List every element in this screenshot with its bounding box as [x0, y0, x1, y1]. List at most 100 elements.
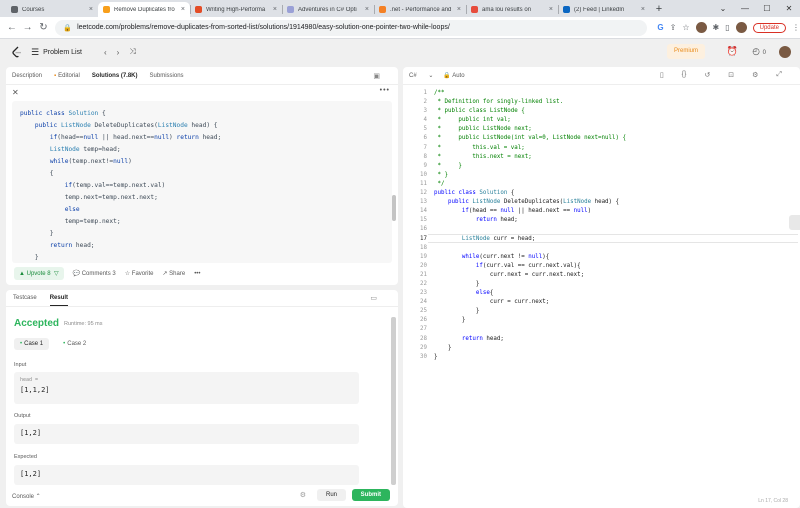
run-button[interactable]: Run	[316, 489, 346, 501]
tab-close-icon[interactable]: ×	[365, 6, 369, 13]
url-field[interactable]: 🔒 leetcode.com/problems/remove-duplicate…	[55, 19, 648, 36]
minimize-icon[interactable]: —	[734, 0, 756, 17]
status-accepted: Accepted	[14, 318, 60, 329]
browser-tab[interactable]: ama lou results on ×	[466, 2, 558, 17]
more-actions-icon[interactable]: •••	[194, 271, 200, 277]
extensions-icon[interactable]: ✱	[713, 23, 720, 32]
tab-title: Adventures in C# Opti	[298, 6, 357, 13]
share-icon[interactable]: ⇪	[670, 23, 677, 32]
fullscreen-icon[interactable]: ⤢	[776, 71, 782, 79]
line-number: 22	[420, 280, 427, 287]
leetcode-logo-icon[interactable]	[11, 46, 23, 58]
code-icon[interactable]: ⊡	[728, 71, 734, 79]
google-icon[interactable]: G	[657, 23, 663, 32]
browser-tab[interactable]: Writing High-Performa ×	[190, 2, 282, 17]
tab-title: Courses	[22, 6, 45, 13]
line-number: 24	[420, 299, 427, 306]
coins-count: 0	[762, 50, 766, 56]
editor-line: }	[434, 353, 438, 360]
code-line: }	[20, 230, 54, 237]
side-drawer-tab[interactable]	[789, 215, 800, 230]
update-button[interactable]: Update	[752, 22, 786, 33]
tab-editorial-label: Editorial	[58, 72, 80, 79]
solution-scrollbar[interactable]	[392, 195, 396, 221]
editor-line: * public class ListNode {	[434, 108, 525, 115]
tab-close-icon[interactable]: ×	[549, 6, 553, 13]
console-button[interactable]: Console ⌃	[12, 493, 41, 500]
tab-close-icon[interactable]: ×	[89, 6, 93, 13]
bookmark-icon[interactable]: ▯	[660, 71, 664, 79]
tab-solutions[interactable]: Solutions (7.8K)	[92, 73, 138, 79]
submit-button[interactable]: Submit	[351, 489, 390, 501]
upvote-button[interactable]: ▲ Upvote 8 ▽	[14, 267, 64, 280]
code-line: temp=temp.next;	[20, 218, 121, 225]
line-number: 5	[423, 126, 428, 133]
reset-icon[interactable]: ↺	[704, 71, 710, 79]
timer-icon[interactable]: ⏰	[727, 46, 738, 57]
tab-testcase[interactable]: Testcase	[13, 295, 37, 301]
menu-icon[interactable]: ⋮	[792, 23, 800, 32]
case-1-button[interactable]: • Case 1	[14, 338, 50, 350]
tab-close-icon[interactable]: ×	[181, 6, 185, 13]
more-icon[interactable]: •••	[380, 87, 390, 94]
forward-icon[interactable]: →	[20, 22, 36, 33]
settings-icon[interactable]: ⚙	[752, 71, 758, 79]
expected-box: [1,2]	[14, 465, 359, 485]
tab-title: Remove Duplicates fro	[114, 6, 175, 13]
line-number: 13	[420, 199, 427, 206]
browser-tab[interactable]: (2) Feed | LinkedIn ×	[558, 2, 650, 17]
code-line: ListNode temp=head;	[49, 146, 121, 153]
reload-icon[interactable]: ↻	[36, 22, 52, 33]
browser-tab[interactable]: .net - Performance and ×	[374, 2, 466, 17]
editor-code[interactable]: /** * Definition for singly-linked list.…	[434, 89, 626, 362]
braces-icon[interactable]: {}	[682, 71, 687, 79]
tab-result[interactable]: Result	[49, 295, 69, 306]
result-panel: Testcase Result ▭ Accepted Runtime: 95 m…	[6, 290, 398, 506]
tab-submissions[interactable]: Submissions	[150, 73, 184, 79]
line-number: 28	[420, 335, 427, 342]
layout-icon[interactable]: ▣	[373, 72, 380, 80]
maximize-icon[interactable]: ☐	[756, 0, 778, 17]
tab-description[interactable]: Description	[12, 73, 42, 79]
premium-button[interactable]: Premium	[666, 44, 705, 59]
close-solution-icon[interactable]: ✕	[12, 88, 19, 97]
editor-line: * }	[434, 162, 462, 169]
result-scrollbar[interactable]	[391, 317, 396, 485]
editor-line: }	[434, 280, 480, 287]
profile-avatar[interactable]	[735, 22, 747, 33]
code-line: public ListNode DeleteDuplicates(ListNod…	[34, 122, 218, 129]
share-button[interactable]: ↗ Share	[162, 270, 185, 277]
browser-tab[interactable]: Adventures in C# Opti ×	[282, 2, 374, 17]
next-problem-icon[interactable]: ›	[117, 48, 120, 57]
chevron-down-icon[interactable]: ⌄	[712, 0, 734, 17]
problem-list-link[interactable]: ☰ Problem List	[31, 47, 82, 58]
editor-line: return head;	[461, 335, 504, 342]
new-tab-button[interactable]: +	[650, 2, 668, 17]
prev-problem-icon[interactable]: ‹	[104, 48, 107, 57]
coins-icon[interactable]: ◴ 0	[752, 46, 766, 57]
tab-close-icon[interactable]: ×	[273, 6, 277, 13]
line-number: 2	[423, 99, 428, 106]
shuffle-icon[interactable]: ⤨	[129, 47, 135, 57]
tab-editorial[interactable]: ▪ Editorial	[54, 73, 80, 79]
code-line: {	[20, 170, 54, 177]
browser-tab[interactable]: Courses ×	[6, 2, 98, 17]
output-box: [1,2]	[14, 424, 359, 444]
debug-icon[interactable]: ⚙	[300, 491, 306, 499]
language-select[interactable]: C# ⌄	[409, 72, 433, 79]
mode-toggle[interactable]: 🔒 Auto	[443, 72, 474, 79]
close-icon[interactable]: ✕	[778, 0, 800, 17]
sidebar-icon[interactable]: ▯	[725, 23, 729, 32]
back-icon[interactable]: ←	[4, 22, 20, 33]
case-2-button[interactable]: • Case 2	[57, 338, 92, 350]
user-avatar[interactable]	[779, 46, 791, 58]
comments-button[interactable]: 💬 Comments 3	[73, 270, 116, 277]
code-line: if(temp.val==temp.next.val)	[64, 182, 166, 189]
tab-close-icon[interactable]: ×	[457, 6, 461, 13]
star-icon[interactable]: ☆	[682, 23, 689, 32]
extension-avatar-icon[interactable]	[695, 22, 707, 33]
favorite-button[interactable]: ☆ Favorite	[125, 270, 154, 277]
browser-tab[interactable]: Remove Duplicates fro ×	[98, 2, 190, 17]
tab-close-icon[interactable]: ×	[641, 6, 645, 13]
collapse-icon[interactable]: ▭	[370, 294, 377, 302]
